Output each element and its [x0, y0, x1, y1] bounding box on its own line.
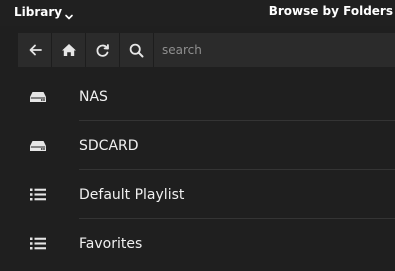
- list-item-nas[interactable]: NAS: [0, 72, 395, 121]
- list-icon: [29, 237, 47, 251]
- page-title: Browse by Folders: [268, 4, 393, 18]
- drive-icon: [29, 139, 47, 153]
- home-button[interactable]: [52, 33, 86, 67]
- back-button[interactable]: [18, 33, 52, 67]
- toolbar: [18, 33, 395, 67]
- folder-list: NAS SDCARD Default Playlist Favorites: [0, 72, 395, 268]
- search-button[interactable]: [120, 33, 154, 67]
- refresh-button[interactable]: [86, 33, 120, 67]
- list-item-default-playlist[interactable]: Default Playlist: [0, 170, 395, 219]
- list-item-label: Favorites: [79, 235, 143, 252]
- search-icon: [129, 43, 144, 58]
- refresh-icon: [95, 43, 110, 58]
- home-icon: [61, 43, 77, 57]
- library-dropdown-button[interactable]: Library: [14, 3, 74, 21]
- chevron-down-icon: [64, 7, 74, 20]
- library-label: Library: [14, 5, 63, 19]
- list-item-favorites[interactable]: Favorites: [0, 219, 395, 268]
- list-item-label: NAS: [79, 88, 108, 105]
- header-bar: Library Browse by Folders: [0, 0, 395, 26]
- back-arrow-icon: [28, 43, 42, 57]
- list-icon: [29, 188, 47, 202]
- search-box: [154, 33, 395, 67]
- search-input[interactable]: [162, 43, 395, 57]
- list-item-label: SDCARD: [79, 137, 139, 154]
- list-item-sdcard[interactable]: SDCARD: [0, 121, 395, 170]
- list-item-label: Default Playlist: [79, 186, 185, 203]
- drive-icon: [29, 90, 47, 104]
